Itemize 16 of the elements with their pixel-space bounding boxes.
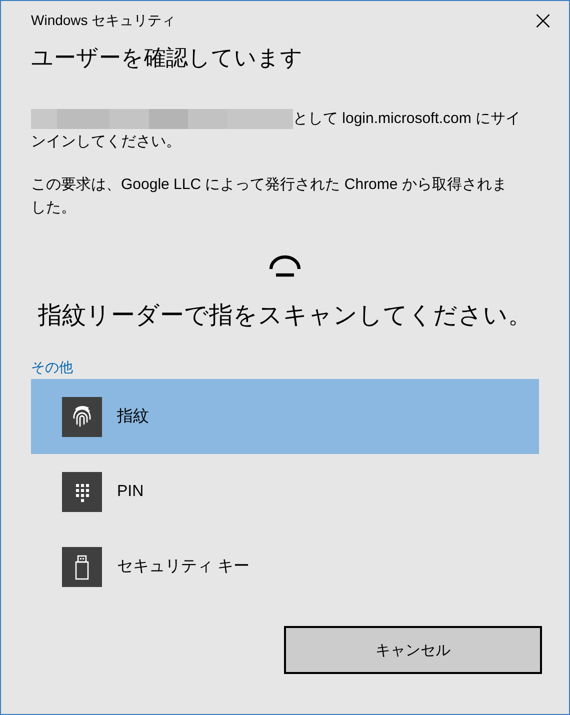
close-button[interactable]: ×: [517, 1, 569, 41]
usb-stick-icon: [62, 546, 102, 586]
sign-in-option[interactable]: 指紋: [31, 379, 539, 454]
window-title: Windows セキュリティ: [31, 12, 176, 30]
sign-in-text: として login.microsoft.com にサイ: [293, 109, 521, 129]
keypad-icon: [62, 472, 102, 512]
sign-in-option[interactable]: PIN: [31, 454, 539, 529]
dialog-heading: ユーザーを確認しています: [31, 44, 304, 72]
cancel-button[interactable]: キャンセル: [284, 626, 542, 674]
more-choices-link[interactable]: その他: [31, 359, 73, 377]
scan-prompt: 指紋リーダーで指をスキャンしてください。: [37, 301, 533, 331]
sign-in-text: ンインしてください。: [31, 132, 181, 152]
sign-in-option[interactable]: セキュリティ キー: [31, 529, 539, 604]
request-text: この要求は、Google LLC によって発行された Chrome から取得されました。: [31, 175, 508, 218]
spinner-icon: [268, 255, 302, 277]
fingerprint-icon: [62, 396, 102, 436]
